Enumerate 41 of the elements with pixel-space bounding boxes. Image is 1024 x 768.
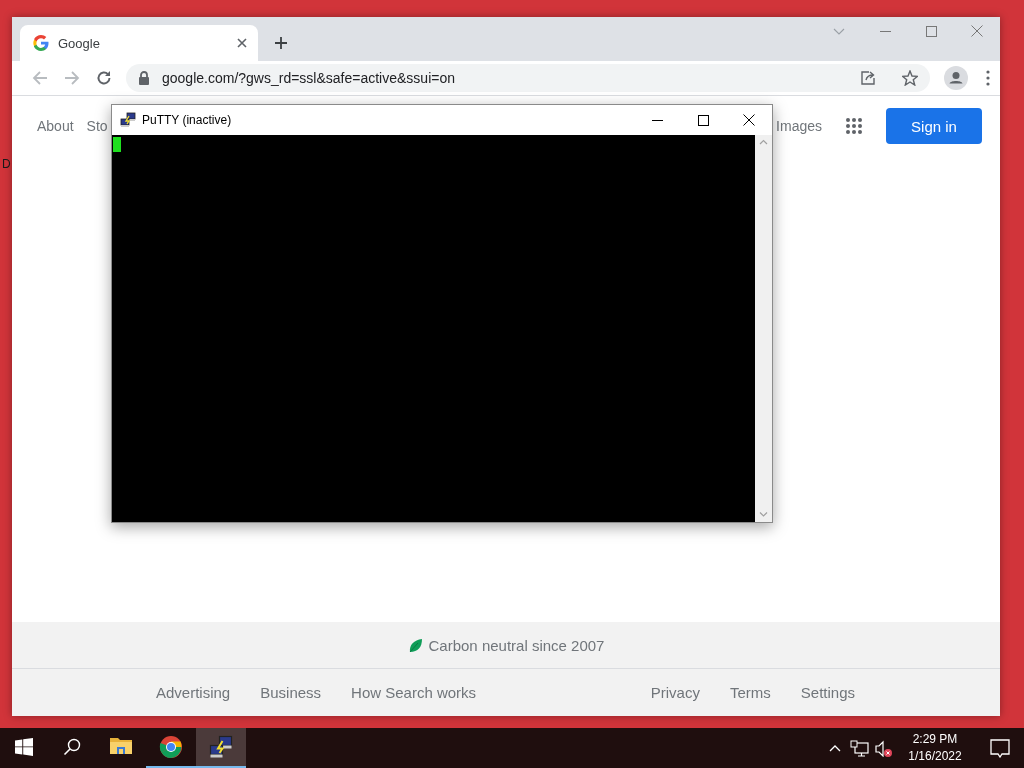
clock-time[interactable]: 2:29 PM — [912, 731, 958, 748]
text-cursor — [113, 137, 121, 152]
footer-link[interactable]: Settings — [800, 684, 855, 701]
close-icon[interactable] — [236, 37, 248, 49]
carbon-neutral-text: Carbon neutral since 2007 — [428, 636, 605, 654]
google-icon — [33, 35, 49, 51]
plus-icon[interactable] — [274, 36, 288, 50]
windows-start-icon[interactable] — [15, 738, 33, 756]
reload-icon[interactable] — [96, 70, 112, 86]
search-icon[interactable] — [63, 738, 81, 756]
nav-link[interactable]: About — [37, 118, 74, 134]
nav-link[interactable]: Sto — [86, 118, 108, 134]
browser-tab[interactable]: Google — [20, 25, 258, 61]
menu-icon[interactable] — [986, 70, 990, 86]
star-icon[interactable] — [902, 70, 918, 86]
chevron-up-icon[interactable] — [829, 744, 841, 752]
putty-icon — [120, 112, 136, 128]
maximize-icon[interactable] — [697, 114, 709, 126]
leaf-icon — [407, 637, 423, 653]
avatar-icon[interactable] — [944, 66, 968, 90]
footer-link[interactable]: Business — [260, 684, 322, 701]
lock-icon — [138, 71, 150, 85]
notification-icon[interactable] — [990, 738, 1010, 758]
window-title: PuTTY (inactive) — [142, 113, 232, 127]
chrome-icon — [159, 735, 183, 759]
clock-date[interactable]: 1/16/2022 — [908, 748, 962, 765]
speaker-muted-icon[interactable] — [874, 739, 892, 757]
close-icon[interactable] — [743, 114, 755, 126]
sign-in-button[interactable]: Sign in — [886, 108, 982, 144]
share-icon[interactable] — [860, 70, 876, 86]
footer-link[interactable]: Advertising — [156, 684, 231, 701]
footer-link[interactable]: Terms — [729, 684, 771, 701]
footer-link[interactable]: How Search works — [351, 684, 477, 701]
network-icon[interactable] — [849, 739, 869, 757]
apps-grid-icon[interactable] — [846, 118, 862, 134]
taskbar-button[interactable] — [196, 728, 246, 768]
footer-link[interactable]: Privacy — [650, 684, 700, 701]
desktop-icon-label[interactable]: D — [2, 157, 11, 171]
address-bar[interactable]: google.com/?gws_rd=ssl&safe=active&ssui=on — [126, 64, 930, 92]
putty-icon — [209, 735, 233, 759]
nav-link[interactable]: Images — [776, 118, 822, 134]
